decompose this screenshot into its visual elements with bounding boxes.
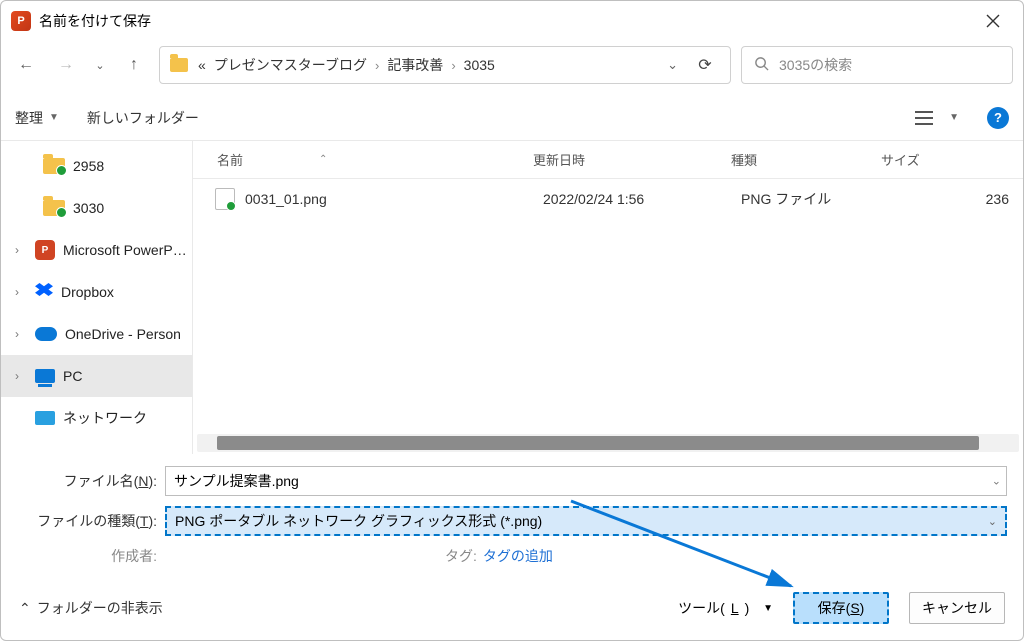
breadcrumb-bar[interactable]: « プレゼンマスターブログ › 記事改善 › 3035 ⌄ ⟳ <box>159 46 731 84</box>
col-size[interactable]: サイズ <box>873 150 1023 169</box>
folder-icon <box>43 200 65 216</box>
folder-icon <box>43 158 65 174</box>
back-button[interactable]: ← <box>11 50 41 80</box>
horizontal-scrollbar[interactable] <box>197 434 1019 452</box>
titlebar: P 名前を付けて保存 <box>1 1 1023 41</box>
filename-input[interactable] <box>165 466 1007 496</box>
dropbox-icon <box>35 283 53 301</box>
breadcrumb-1[interactable]: プレゼンマスターブログ <box>214 55 367 75</box>
pc-icon <box>35 369 55 383</box>
save-button[interactable]: 保存(S) <box>793 592 889 624</box>
action-bar: ⌃フォルダーの非表示 ツール(L) ▼ 保存(S) キャンセル <box>1 578 1023 640</box>
chevron-right-icon: › <box>451 58 455 73</box>
filetype-combo[interactable]: PNG ポータブル ネットワーク グラフィックス形式 (*.png) ⌄ <box>165 506 1007 536</box>
expand-icon[interactable]: › <box>15 369 27 383</box>
close-icon[interactable] <box>973 1 1013 41</box>
expand-icon[interactable]: › <box>15 327 27 341</box>
recent-dropdown[interactable]: ⌄ <box>91 50 109 80</box>
refresh-icon[interactable]: ⟳ <box>690 55 720 75</box>
col-date[interactable]: 更新日時 <box>533 150 723 169</box>
view-menu[interactable]: ▼ <box>915 110 959 126</box>
toolbar: 整理▼ 新しいフォルダー ▼ ? <box>1 95 1023 141</box>
forward-button[interactable]: → <box>51 50 81 80</box>
file-date: 2022/02/24 1:56 <box>543 191 733 207</box>
folder-tree: 2958 3030 ›PMicrosoft PowerP… ›Dropbox ›… <box>1 141 193 454</box>
tree-item-onedrive[interactable]: ›OneDrive - Person <box>1 313 192 355</box>
expand-icon[interactable]: › <box>15 285 27 299</box>
cancel-button[interactable]: キャンセル <box>909 592 1005 624</box>
file-type: PNG ファイル <box>733 189 883 209</box>
tree-item-powerpoint[interactable]: ›PMicrosoft PowerP… <box>1 229 192 271</box>
tools-menu[interactable]: ツール(L) ▼ <box>678 598 773 618</box>
col-name[interactable]: 名前⌃ <box>193 150 533 169</box>
organize-menu[interactable]: 整理▼ <box>15 108 59 128</box>
filetype-value: PNG ポータブル ネットワーク グラフィックス形式 (*.png) <box>175 511 542 531</box>
folder-icon <box>170 58 188 72</box>
file-row[interactable]: 0031_01.png 2022/02/24 1:56 PNG ファイル 236 <box>193 179 1023 219</box>
search-input[interactable]: 3035の検索 <box>741 46 1013 84</box>
file-name: 0031_01.png <box>245 191 543 207</box>
window-title: 名前を付けて保存 <box>39 11 151 31</box>
author-label: 作成者: <box>17 546 165 566</box>
tree-item-2958[interactable]: 2958 <box>1 145 192 187</box>
chevron-up-icon: ⌃ <box>19 600 31 617</box>
chevron-down-icon[interactable]: ⌄ <box>992 475 1001 488</box>
hide-folders-toggle[interactable]: ⌃フォルダーの非表示 <box>19 598 163 618</box>
tag-label: タグ: <box>445 546 477 566</box>
filetype-label: ファイルの種類(T): <box>17 511 165 531</box>
file-size: 236 <box>883 191 1023 207</box>
up-button[interactable]: ↑ <box>119 50 149 80</box>
sort-caret-icon: ⌃ <box>319 154 327 165</box>
new-folder-button[interactable]: 新しいフォルダー <box>87 108 199 128</box>
network-icon <box>35 411 55 425</box>
tree-item-network[interactable]: ›ネットワーク <box>1 397 192 439</box>
expand-icon[interactable]: › <box>15 243 27 257</box>
tree-item-dropbox[interactable]: ›Dropbox <box>1 271 192 313</box>
chevron-down-icon[interactable]: ⌄ <box>988 515 997 528</box>
save-as-dialog: P 名前を付けて保存 ← → ⌄ ↑ « プレゼンマスターブログ › 記事改善 … <box>0 0 1024 641</box>
tree-item-3030[interactable]: 3030 <box>1 187 192 229</box>
footer: ファイル名(N): ⌄ ファイルの種類(T): PNG ポータブル ネットワーク… <box>1 454 1023 578</box>
search-placeholder: 3035の検索 <box>779 55 852 75</box>
chevron-down-icon[interactable]: ⌄ <box>667 57 678 73</box>
file-list-panel: 名前⌃ 更新日時 種類 サイズ 0031_01.png 2022/02/24 1… <box>193 141 1023 454</box>
tree-item-pc[interactable]: ›PC <box>1 355 192 397</box>
list-view-icon <box>915 111 933 125</box>
help-icon[interactable]: ? <box>987 107 1009 129</box>
filename-label: ファイル名(N): <box>17 471 165 491</box>
add-tag-link[interactable]: タグの追加 <box>483 546 553 566</box>
powerpoint-icon: P <box>11 11 31 31</box>
nav-bar: ← → ⌄ ↑ « プレゼンマスターブログ › 記事改善 › 3035 ⌄ ⟳ … <box>1 41 1023 95</box>
breadcrumb-3[interactable]: 3035 <box>464 57 495 73</box>
powerpoint-icon: P <box>35 240 55 260</box>
image-file-icon <box>215 188 235 210</box>
breadcrumb-2[interactable]: 記事改善 <box>387 55 443 75</box>
breadcrumb-prefix: « <box>198 57 206 73</box>
chevron-right-icon: › <box>375 58 379 73</box>
onedrive-icon <box>35 327 57 341</box>
column-headers: 名前⌃ 更新日時 種類 サイズ <box>193 141 1023 179</box>
file-list[interactable]: 0031_01.png 2022/02/24 1:56 PNG ファイル 236 <box>193 179 1023 434</box>
col-type[interactable]: 種類 <box>723 150 873 169</box>
search-icon <box>754 56 769 74</box>
